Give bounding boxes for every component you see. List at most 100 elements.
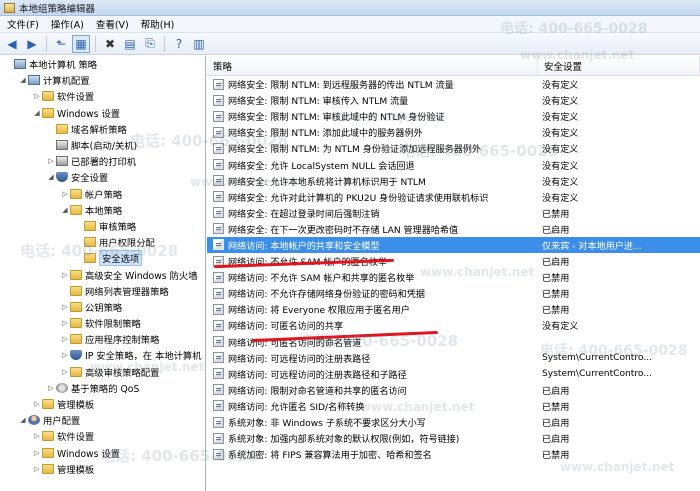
tree-item[interactable]: ▷ 基于策略的 QoS — [0, 380, 205, 396]
policy-row[interactable]: 网络访问: 允许匿名 SID/名称转换 已禁用 — [207, 398, 700, 414]
tree-item[interactable]: ◢ 安全设置 — [0, 169, 205, 185]
policy-row[interactable]: 网络访问: 将 Everyone 权限应用于匿名用户 已禁用 — [207, 301, 700, 317]
tree-item[interactable]: ▷ 已部署的打印机 — [0, 153, 205, 169]
expand-toggle-icon[interactable]: ▷ — [32, 465, 42, 473]
security-setting: 已禁用 — [542, 402, 570, 413]
export-icon[interactable]: ⎘ — [141, 35, 159, 53]
policy-row[interactable]: 网络访问: 可匿名访问的共享 没有定义 — [207, 317, 700, 333]
expand-toggle-icon[interactable]: ▷ — [60, 351, 70, 359]
expand-toggle-icon[interactable]: ▷ — [60, 303, 70, 311]
policy-row[interactable]: 网络访问: 可匿名访问的命名管道 — [207, 334, 700, 350]
tree-item-label: 已部署的打印机 — [71, 157, 137, 169]
policy-row[interactable]: 网络安全: 允许 LocalSystem NULL 会话回退 没有定义 — [207, 156, 700, 172]
policy-row[interactable]: 网络安全: 限制 NTLM: 添加此域中的服务器例外 没有定义 — [207, 124, 700, 140]
tree-item[interactable]: ▷ 公钥策略 — [0, 299, 205, 315]
show-tree-icon[interactable]: ▦ — [72, 34, 90, 53]
expand-toggle-icon[interactable]: ◢ — [18, 416, 28, 424]
tree-item[interactable]: 审核策略 — [0, 218, 205, 234]
tree-item[interactable]: ▷ Windows 设置 — [0, 445, 205, 461]
expand-toggle-icon[interactable]: ▷ — [60, 190, 70, 198]
expand-toggle-icon[interactable]: ▷ — [32, 449, 42, 457]
expand-toggle-icon[interactable]: ▷ — [46, 157, 56, 165]
expand-toggle-icon[interactable]: ◢ — [60, 206, 70, 214]
policy-row[interactable]: 网络安全: 限制 NTLM: 审核传入 NTLM 流量 没有定义 — [207, 92, 700, 108]
policy-row[interactable]: 网络安全: 限制 NTLM: 到远程服务器的传出 NTLM 流量 没有定义 — [207, 76, 700, 92]
policy-name: 网络安全: 限制 NTLM: 审核传入 NTLM 流量 — [228, 97, 409, 108]
expand-toggle-icon[interactable]: ▷ — [32, 400, 42, 408]
tree-item-label: 审核策略 — [99, 221, 137, 233]
policy-cell: 网络安全: 允许对此计算机的 PKU2U 身份验证请求使用联机标识 — [207, 190, 538, 204]
column-header-policy[interactable]: 策略 — [207, 56, 538, 75]
security-setting: 已启用 — [542, 386, 570, 397]
menu-help[interactable]: 帮助(H) — [137, 17, 183, 31]
expand-toggle-icon[interactable]: ▷ — [32, 92, 42, 100]
menu-action[interactable]: 操作(A) — [47, 17, 92, 31]
policy-name: 网络访问: 可远程访问的注册表路径和子路径 — [228, 370, 407, 381]
folder-icon — [84, 220, 96, 231]
menu-file[interactable]: 文件(F) — [3, 17, 47, 31]
policy-row[interactable]: 网络安全: 限制 NTLM: 审核此域中的 NTLM 身份验证 没有定义 — [207, 108, 700, 124]
tree-item[interactable]: ▷ 应用程序控制策略 — [0, 331, 205, 347]
policy-row[interactable]: 网络安全: 限制 NTLM: 为 NTLM 身份验证添加远程服务器例外 没有定义 — [207, 140, 700, 156]
tree-item[interactable]: 网络列表管理器策略 — [0, 283, 205, 299]
delete-icon[interactable]: ✖ — [101, 35, 119, 53]
tree-item[interactable]: ▷ 软件限制策略 — [0, 315, 205, 331]
expand-toggle-icon[interactable]: ▷ — [60, 335, 70, 343]
policy-row[interactable]: 网络安全: 允许本地系统将计算机标识用于 NTLM 没有定义 — [207, 173, 700, 189]
expand-toggle-icon[interactable]: ▷ — [60, 368, 70, 376]
expand-toggle-icon[interactable]: ◢ — [46, 173, 56, 181]
policy-row[interactable]: 网络访问: 不允许存储网络身份验证的密码和凭据 已禁用 — [207, 285, 700, 301]
printer-icon — [56, 140, 68, 151]
policy-row[interactable]: 网络访问: 可远程访问的注册表路径 System\CurrentContro... — [207, 350, 700, 366]
tree-item[interactable]: ▷ IP 安全策略，在 本地计算机 — [0, 347, 205, 363]
policy-icon — [213, 303, 224, 315]
policy-row[interactable]: 网络访问: 不允许 SAM 帐户和共享的匿名枚举 已禁用 — [207, 269, 700, 285]
forward-icon[interactable]: ▶ — [23, 35, 41, 53]
policy-row[interactable]: 网络访问: 可远程访问的注册表路径和子路径 System\CurrentContr… — [207, 366, 700, 382]
tree-item[interactable]: ◢ Windows 设置 — [0, 105, 205, 121]
expand-toggle-icon[interactable]: ▷ — [32, 432, 42, 440]
up-folder-icon[interactable]: ⬑ — [52, 35, 70, 53]
policy-row[interactable]: 网络安全: 在下一次更改密码时不存储 LAN 管理器哈希值 已启用 — [207, 221, 700, 237]
policy-row[interactable]: 系统对象: 非 Windows 子系统不要求区分大小写 已启用 — [207, 414, 700, 430]
policy-name: 网络访问: 允许匿名 SID/名称转换 — [228, 402, 365, 413]
filter-icon[interactable]: ▥ — [190, 35, 208, 53]
policy-row[interactable]: 网络访问: 本地帐户的共享和安全模型 仅来宾 - 对本地用户进... — [207, 236, 700, 254]
tree-item[interactable]: ▷ 软件设置 — [0, 88, 205, 104]
policy-row[interactable]: 网络访问: 限制对命名管道和共享的匿名访问 已启用 — [207, 382, 700, 398]
expand-toggle-icon[interactable]: ▷ — [46, 384, 56, 392]
expand-toggle-icon[interactable]: ◢ — [18, 76, 28, 84]
tree-item[interactable]: ▷ 高级安全 Windows 防火墙 — [0, 266, 205, 282]
policy-row[interactable]: 网络安全: 允许对此计算机的 PKU2U 身份验证请求使用联机标识 没有定义 — [207, 189, 700, 205]
folder-icon — [84, 237, 96, 248]
tree-item[interactable]: ◢ 用户配置 — [0, 412, 205, 428]
navigation-tree: 本地计算机 策略 ◢ 计算机配置 ▷ 软件设置 ◢ Windows 设置 域名解析策略 脚本(启… — [0, 56, 206, 491]
tree-item[interactable]: 域名解析策略 — [0, 121, 205, 137]
help-icon[interactable]: ? — [170, 35, 188, 53]
tree-item-label: Windows 设置 — [57, 448, 121, 460]
menu-view[interactable]: 查看(V) — [92, 17, 137, 31]
tree-item[interactable]: ▷ 帐户策略 — [0, 186, 205, 202]
tree-item[interactable]: ▷ 管理模板 — [0, 396, 205, 412]
tree-item[interactable]: ◢ 本地策略 — [0, 202, 205, 218]
tree-item[interactable]: ▷ 高级审核策略配置 — [0, 364, 205, 380]
tree-item[interactable]: 本地计算机 策略 — [0, 56, 205, 72]
tree-item[interactable]: ▷ 管理模板 — [0, 461, 205, 477]
tree-item[interactable]: 用户权限分配 — [0, 234, 205, 250]
tree-item[interactable]: ▷ 软件设置 — [0, 428, 205, 444]
policy-cell: 网络访问: 不允许存储网络身份验证的密码和凭据 — [207, 286, 538, 300]
policy-row[interactable]: 网络安全: 在超过登录时间后强制注销 已禁用 — [207, 205, 700, 221]
column-header-setting[interactable]: 安全设置 — [538, 56, 700, 75]
back-icon[interactable]: ◀ — [3, 35, 21, 53]
expand-toggle-icon[interactable]: ▷ — [60, 319, 70, 327]
policy-row[interactable]: 系统加密: 将 FIPS 兼容算法用于加密、哈希和签名 已禁用 — [207, 446, 700, 462]
policy-row[interactable]: 网络访问: 不允许 SAM 帐户的匿名枚举已启用 — [207, 253, 700, 269]
policy-row[interactable]: 系统对象: 加强内部系统对象的默认权限(例如，符号链接) 已启用 — [207, 430, 700, 446]
tree-item[interactable]: ◢ 计算机配置 — [0, 72, 205, 88]
expand-toggle-icon[interactable]: ▷ — [60, 271, 70, 279]
tree-item[interactable]: 安全选项 — [0, 250, 205, 267]
folder-icon — [70, 334, 82, 345]
tree-item[interactable]: 脚本(启动/关机) — [0, 137, 205, 153]
properties-icon[interactable]: ▤ — [121, 35, 139, 53]
expand-toggle-icon[interactable]: ◢ — [32, 109, 42, 117]
